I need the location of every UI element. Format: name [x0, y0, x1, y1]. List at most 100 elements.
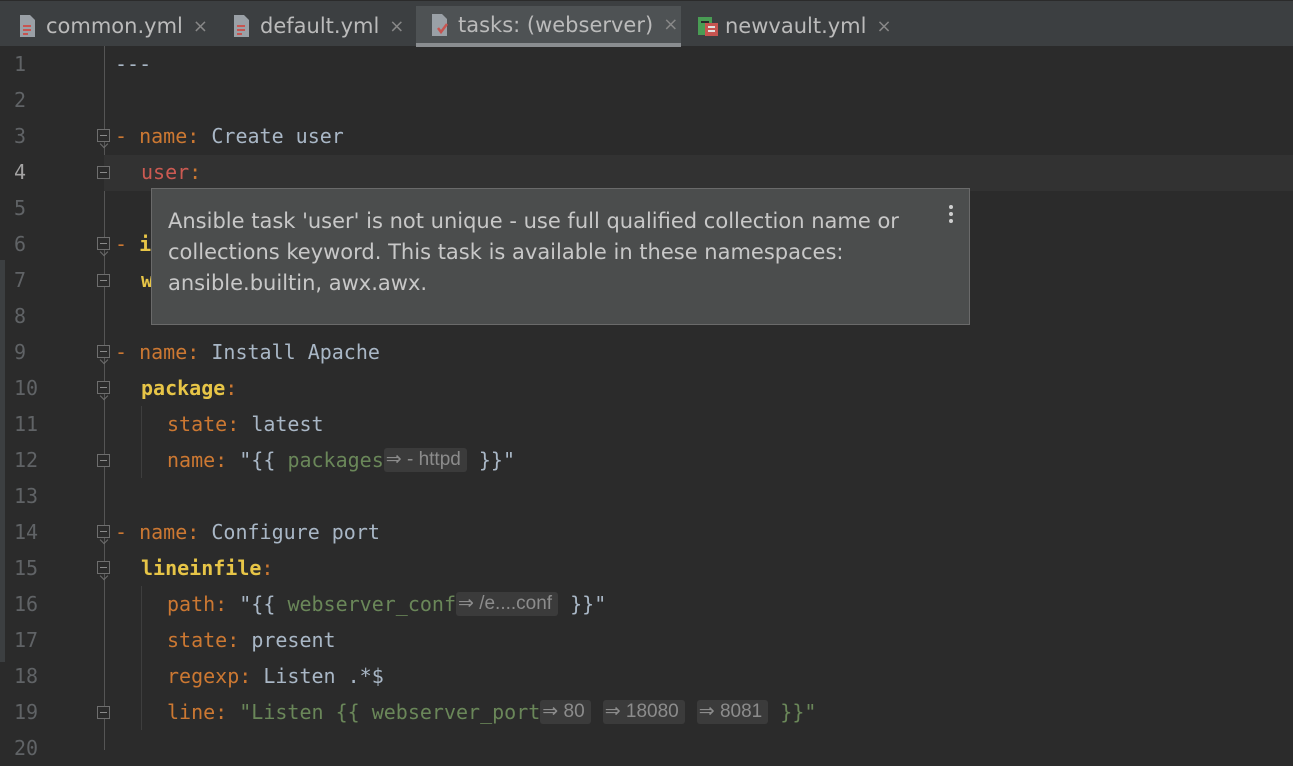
yaml-key: line [167, 700, 216, 724]
tab-common-yml[interactable]: common.yml × [18, 6, 208, 46]
yaml-value: Configure port [211, 520, 380, 544]
inlay-value-hint[interactable]: ⇒ - httpd [383, 447, 467, 472]
colon: : [227, 412, 252, 436]
yaml-key: regexp [167, 664, 240, 688]
tooltip-message: Ansible task 'user' is not unique - use … [168, 209, 899, 295]
inlay-value-hint[interactable]: ⇒ 8081 [696, 699, 769, 724]
yaml-key: name [139, 124, 188, 148]
yaml-file-icon [232, 14, 250, 38]
code-line[interactable]: state: latest [167, 406, 324, 442]
code-line[interactable]: path: "{{ webserver_conf ⇒ /e....conf }}" [167, 586, 606, 622]
unresolved-module-key: user [141, 160, 190, 184]
jinja-variable[interactable]: webserver_conf [287, 592, 456, 616]
fold-toggle-icon[interactable] [97, 129, 110, 142]
line-number: 20 [14, 736, 39, 760]
side-panel-edge [0, 260, 5, 662]
line-number: 9 [14, 340, 27, 364]
code-line[interactable]: --- [115, 46, 151, 82]
jinja-variable[interactable]: packages [287, 448, 383, 472]
inlay-value-hint[interactable]: ⇒ /e....conf [456, 591, 559, 616]
more-options-icon[interactable] [949, 205, 955, 226]
string-literal: "Listen {{ [239, 700, 372, 724]
fold-toggle-icon[interactable] [97, 237, 110, 250]
tab-newvault-yml[interactable]: newvault.yml × [697, 6, 892, 46]
jinja-close: }}" [466, 448, 516, 472]
colon: : [227, 628, 252, 652]
colon: : [225, 376, 238, 400]
yaml-value: latest [251, 412, 324, 436]
code-line[interactable]: regexp: Listen .*$ [167, 658, 384, 694]
list-dash: - [115, 340, 140, 364]
yaml-value: Listen .*$ [263, 664, 384, 688]
fold-toggle-icon[interactable] [97, 381, 110, 394]
line-number: 12 [14, 448, 39, 472]
tab-default-yml[interactable]: default.yml × [232, 6, 404, 46]
inlay-value-hint[interactable]: ⇒ 18080 [602, 699, 685, 724]
close-icon[interactable]: × [876, 16, 891, 37]
fold-end-icon[interactable] [97, 166, 110, 179]
jinja-close: }}" [558, 592, 607, 616]
yaml-module-key: i [139, 232, 152, 256]
jinja-open: "{{ [239, 592, 288, 616]
line-number: 2 [14, 88, 27, 112]
tab-tasks-webserver[interactable]: tasks: (webserver) × [416, 6, 681, 47]
code-line[interactable]: - name: Configure port [115, 514, 380, 550]
code-line-current[interactable]: user: [141, 154, 201, 190]
jinja-close: }}" [768, 700, 817, 724]
inlay-value-hint[interactable]: ⇒ 80 [540, 699, 591, 724]
yaml-value: present [251, 628, 336, 652]
document-start-marker: --- [115, 52, 152, 76]
fold-end-icon[interactable] [97, 274, 110, 287]
colon: : [239, 664, 264, 688]
line-number: 19 [14, 700, 39, 724]
line-number: 13 [14, 484, 39, 508]
tab-label: default.yml [260, 14, 380, 38]
yaml-file-icon [18, 14, 36, 38]
fold-toggle-icon[interactable] [97, 561, 110, 574]
line-number: 14 [14, 520, 39, 544]
jinja-open: "{{ [239, 448, 288, 472]
code-line[interactable]: state: present [167, 622, 336, 658]
line-number: 8 [14, 304, 27, 328]
code-line[interactable]: - name: Create user [115, 118, 344, 154]
close-icon[interactable]: × [389, 16, 404, 37]
inspection-tooltip[interactable]: Ansible task 'user' is not unique - use … [151, 188, 970, 325]
colon: : [187, 340, 212, 364]
line-number: 10 [14, 376, 39, 400]
tab-label: tasks: (webserver) [458, 12, 654, 37]
editor-tab-bar: common.yml × default.yml × tasks: (webse… [0, 0, 1293, 47]
line-number: 11 [14, 412, 39, 436]
list-dash: - [115, 124, 140, 148]
code-line[interactable]: name: "{{ packages ⇒ - httpd }}" [167, 442, 515, 478]
tab-label: common.yml [46, 14, 183, 38]
colon: : [189, 160, 202, 184]
list-dash: - [115, 232, 140, 256]
code-line[interactable]: line: "Listen {{ webserver_port ⇒ 80 ⇒ 18… [167, 694, 816, 730]
yaml-key: name [139, 520, 188, 544]
code-line[interactable]: - i [115, 226, 151, 262]
line-number: 1 [14, 52, 27, 76]
line-number: 18 [14, 664, 39, 688]
indent-guide [141, 406, 142, 478]
jinja-variable[interactable]: webserver_port [372, 700, 541, 724]
close-icon[interactable]: × [193, 16, 208, 37]
ansible-task-file-icon [430, 13, 448, 37]
yaml-module-key: package [141, 376, 226, 400]
yaml-key: state [167, 412, 228, 436]
close-icon[interactable]: × [663, 14, 678, 35]
code-line[interactable]: package: [141, 370, 237, 406]
fold-toggle-icon[interactable] [97, 345, 110, 358]
fold-end-icon[interactable] [97, 706, 110, 719]
fold-end-icon[interactable] [97, 454, 110, 467]
yaml-key: path [167, 592, 216, 616]
line-number: 3 [14, 124, 27, 148]
yaml-value: Install Apache [211, 340, 380, 364]
fold-toggle-icon[interactable] [97, 525, 110, 538]
line-number: 17 [14, 628, 39, 652]
code-line[interactable]: - name: Install Apache [115, 334, 380, 370]
line-number: 5 [14, 196, 27, 220]
code-line[interactable]: lineinfile: [141, 550, 273, 586]
line-number: 6 [14, 232, 27, 256]
yaml-value: Create user [211, 124, 344, 148]
yaml-key: name [139, 340, 188, 364]
